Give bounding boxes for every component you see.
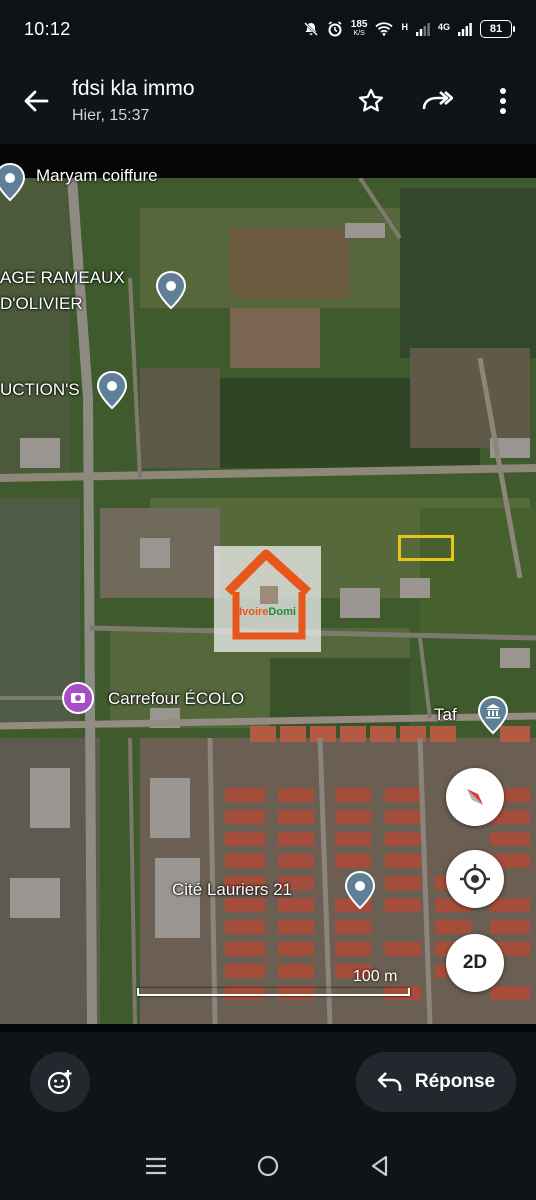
title-block[interactable]: fdsi kla immo Hier, 15:37 <box>72 77 195 125</box>
chat-title: fdsi kla immo <box>72 77 195 100</box>
media-viewer[interactable]: Maryam coiffure AGE RAMEAUX D'OLIVIER UC… <box>0 144 536 1032</box>
status-time: 10:12 <box>24 18 71 39</box>
back-button[interactable] <box>0 58 72 144</box>
bank-pin-icon[interactable] <box>477 695 509 735</box>
mute-icon <box>303 21 319 37</box>
app-actions <box>338 71 536 131</box>
menu-icon <box>146 1157 166 1175</box>
map-scale-label: 100 m <box>353 968 398 985</box>
back-arrow-icon <box>24 90 49 112</box>
alarm-icon <box>327 21 343 37</box>
home-circle-icon <box>257 1155 279 1177</box>
reply-icon <box>377 1072 402 1091</box>
map-label-maryam: Maryam coiffure <box>36 166 158 185</box>
toggle-2d-button[interactable]: 2D <box>446 934 504 992</box>
crosshair-icon <box>460 864 490 894</box>
net-speed: 185 K/S <box>351 20 368 38</box>
forward-icon <box>422 91 453 110</box>
net-speed-value: 185 <box>350 19 368 30</box>
logo-text-domi: Domi <box>268 606 296 618</box>
status-bar: 10:12 185 K/S H 4G 81 <box>0 0 536 58</box>
compass-button[interactable] <box>446 768 504 826</box>
map-label-uctions: UCTION'S <box>0 380 80 399</box>
ivoiredomi-logo: IvoireDomi <box>214 546 321 652</box>
my-location-button[interactable] <box>446 850 504 908</box>
signal-type-4g: 4G <box>437 22 450 32</box>
star-button[interactable] <box>338 71 404 131</box>
more-vert-icon <box>500 88 506 114</box>
map-pin-icon[interactable] <box>0 162 26 202</box>
map-label-cite: Cité Lauriers 21 <box>172 880 293 899</box>
forward-button[interactable] <box>404 71 470 131</box>
compass-icon <box>467 789 483 805</box>
star-icon <box>358 88 384 112</box>
map-pin-icon[interactable] <box>96 370 128 410</box>
home-button[interactable] <box>238 1141 298 1191</box>
signal-type-h: H <box>401 22 408 32</box>
back-triangle-icon <box>371 1155 388 1177</box>
chat-timestamp: Hier, 15:37 <box>72 107 150 124</box>
signal-icon-2 <box>458 22 472 36</box>
reply-button[interactable]: Réponse <box>356 1052 516 1112</box>
more-options-button[interactable] <box>470 71 536 131</box>
toggle-2d-label: 2D <box>462 952 488 973</box>
wifi-icon <box>375 22 394 36</box>
back-nav-button[interactable] <box>350 1141 410 1191</box>
app-bar: fdsi kla immo Hier, 15:37 <box>0 58 536 144</box>
map-label-carrefour: Carrefour ÉCOLO <box>108 689 245 708</box>
battery-icon: 81 <box>480 20 515 38</box>
logo-text: IvoireDomi <box>214 606 321 618</box>
logo-text-ivoire: Ivoire <box>239 606 269 618</box>
map-label-rameaux-1: AGE RAMEAUX <box>0 268 125 287</box>
map-label-taf: Taf <box>434 705 457 724</box>
camera-pin-icon[interactable] <box>62 680 94 720</box>
plot-outline <box>398 535 454 561</box>
map-pin-icon[interactable] <box>155 270 187 310</box>
signal-icon <box>415 22 430 36</box>
reply-bar: Réponse <box>0 1032 536 1132</box>
map-label-rameaux-2: D'OLIVIER <box>0 294 83 313</box>
recents-button[interactable] <box>126 1141 186 1191</box>
reply-label: Réponse <box>414 1071 496 1092</box>
react-button[interactable] <box>30 1052 90 1112</box>
add-reaction-icon <box>47 1070 72 1095</box>
battery-level: 81 <box>489 23 503 35</box>
net-speed-unit: K/S <box>353 30 365 37</box>
map-scale-bar <box>137 988 410 996</box>
map-pin-icon[interactable] <box>344 870 376 910</box>
status-icons: 185 K/S H 4G 81 <box>303 20 515 38</box>
system-nav-bar <box>0 1132 536 1200</box>
